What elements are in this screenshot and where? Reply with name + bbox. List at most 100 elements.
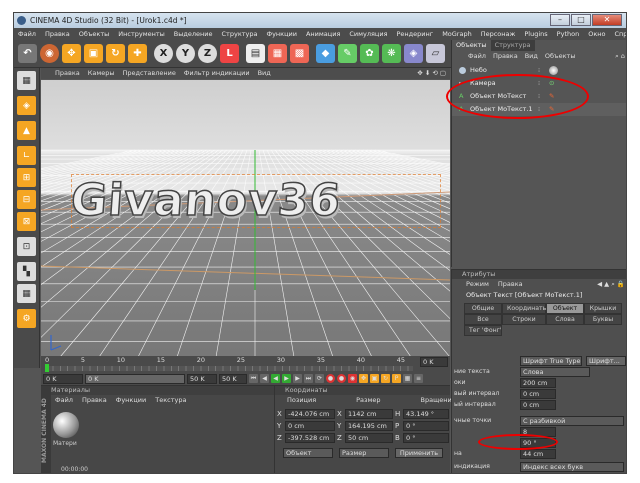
obj-menu-file[interactable]: Файл [468,51,486,62]
attr-tab-object[interactable]: Объект [546,303,584,314]
material-tag-icon[interactable] [549,66,558,75]
undo-icon[interactable]: ↶ [18,44,37,63]
key-rotation-icon[interactable]: ↻ [381,374,390,383]
attr-tab-words[interactable]: Слова [546,314,584,325]
attr-tab-all[interactable]: Все [464,314,502,325]
polygons-mode-icon[interactable]: ⊠ [17,212,36,231]
obj-menu-objects[interactable]: Объекты [545,51,576,62]
attr-menu-mode[interactable]: Режим [466,279,489,290]
menu-tools[interactable]: Инструменты [118,28,165,40]
vp-menu-cameras[interactable]: Камеры [88,68,115,79]
scale-icon[interactable]: ▣ [84,44,103,63]
pos-y-field[interactable]: 0 cm [285,421,335,431]
vp-menu-filter[interactable]: Фильтр индикации [184,68,250,79]
key-scale-icon[interactable]: ▣ [370,374,379,383]
menu-animation[interactable]: Анимация [306,28,340,40]
next-key-icon[interactable]: ▶ [293,374,302,383]
menu-python[interactable]: Python [557,28,580,40]
render-view-icon[interactable]: ▤ [246,44,265,63]
attr-value-field[interactable]: 44 cm [520,449,556,459]
rot-p-field[interactable]: 0 ° [403,421,449,431]
attr-value-field[interactable]: 0 cm [520,389,556,399]
attr-menu-edit[interactable]: Правка [498,279,523,290]
object-mode-icon[interactable]: ▲ [17,121,36,140]
menu-window[interactable]: Окно [588,28,605,40]
start-frame-field[interactable]: 0 K [43,373,83,384]
prev-key-icon[interactable]: ◀ [260,374,269,383]
texture-mode-icon[interactable]: ▚ [17,262,36,281]
attr-tab-caps[interactable]: Крышки [584,303,622,314]
menu-character[interactable]: Персонаж [481,28,516,40]
attr-tab-coords[interactable]: Координаты [502,303,548,314]
font-button[interactable]: Шрифт... [586,356,626,366]
timeline-track[interactable] [45,366,413,371]
rot-h-field[interactable]: 43.149 ° [403,409,449,419]
menu-render[interactable]: Рендеринг [397,28,434,40]
menu-file[interactable]: Файл [18,28,36,40]
play-back-icon[interactable]: ◀ [271,374,280,383]
rotate-icon[interactable]: ↻ [106,44,125,63]
workplane-icon[interactable]: ▦ [17,284,36,303]
x-axis-icon[interactable]: X [154,44,173,63]
edges-mode-icon[interactable]: ⊟ [17,190,36,209]
size-x-field[interactable]: 1142 cm [345,409,393,419]
menu-structure[interactable]: Структура [222,28,258,40]
viewport-3d[interactable]: Givanov36 [41,80,450,363]
attr-tab-basic[interactable]: Общие [464,303,502,314]
animation-mode-icon[interactable]: ∟ [17,146,36,165]
mat-menu-functions[interactable]: Функции [116,395,147,406]
menu-simulation[interactable]: Симуляция [349,28,387,40]
vp-menu-display[interactable]: Представление [123,68,176,79]
z-axis-icon[interactable]: Z [198,44,217,63]
pos-z-field[interactable]: -397.528 cm [285,433,335,443]
keyframe-selection-icon[interactable]: ◉ [348,374,357,383]
end-frame-field[interactable]: 50 K [219,373,247,384]
render-settings-icon[interactable]: ▩ [290,44,309,63]
attr-nav-icons[interactable]: ◀ ▲ ⌕ 🔒 [597,279,626,290]
search-icon[interactable]: ⌕ ⌂ [615,51,626,62]
points-mode-icon[interactable]: ⊞ [17,168,36,187]
maximize-button[interactable]: □ [571,14,591,26]
vp-menu-view[interactable]: Вид [258,68,271,79]
add-icon[interactable]: ✚ [128,44,147,63]
attr-tab-lines[interactable]: Строки [502,314,546,325]
record-icon[interactable]: ● [326,374,335,383]
key-pla-icon[interactable]: ▦ [403,374,412,383]
goto-end-icon[interactable]: ⏭ [304,374,313,383]
apply-button[interactable]: Применить [395,448,443,458]
timeline-menu-icon[interactable]: ≡ [414,374,423,383]
menu-help[interactable]: Справка [614,28,626,40]
key-position-icon[interactable]: ✥ [359,374,368,383]
attr-value-select[interactable]: Индекс всех букв [520,462,624,472]
mat-menu-texture[interactable]: Текстура [155,395,186,406]
pos-x-field[interactable]: -424.076 cm [285,409,335,419]
subdivision-icon[interactable]: ✿ [360,44,379,63]
autokey-icon[interactable]: ● [337,374,346,383]
menu-selection[interactable]: Выделение [174,28,213,40]
current-frame-field[interactable]: 0 K [420,357,448,367]
playhead[interactable] [45,364,49,372]
rot-b-field[interactable]: 0 ° [403,433,449,443]
make-editable-icon[interactable]: ▦ [17,71,36,90]
spline-pen-icon[interactable]: ✎ [338,44,357,63]
move-icon[interactable]: ✥ [62,44,81,63]
size-z-field[interactable]: 50 cm [345,433,393,443]
model-mode-icon[interactable]: ◈ [17,96,36,115]
goto-start-icon[interactable]: ⏮ [249,374,258,383]
menu-edit[interactable]: Правка [45,28,70,40]
font-type-select[interactable]: Шрифт True Type [520,356,582,366]
attr-tab-phong[interactable]: Тег 'Фонг' [464,325,502,336]
coord-mode-select[interactable]: Объект [283,448,333,458]
tab-structure[interactable]: Структура [490,40,535,51]
menu-functions[interactable]: Функции [266,28,297,40]
attr-value-select[interactable]: Слова [520,367,590,377]
close-button[interactable]: ✕ [592,14,622,26]
y-axis-icon[interactable]: Y [176,44,195,63]
render-picture-viewer-icon[interactable]: ▦ [268,44,287,63]
deformer-icon[interactable]: ◈ [404,44,423,63]
minimize-button[interactable]: – [550,14,570,26]
menu-objects[interactable]: Объекты [79,28,110,40]
material-ball[interactable] [53,412,79,438]
mat-menu-file[interactable]: Файл [55,395,73,406]
menu-plugins[interactable]: Plugins [524,28,547,40]
